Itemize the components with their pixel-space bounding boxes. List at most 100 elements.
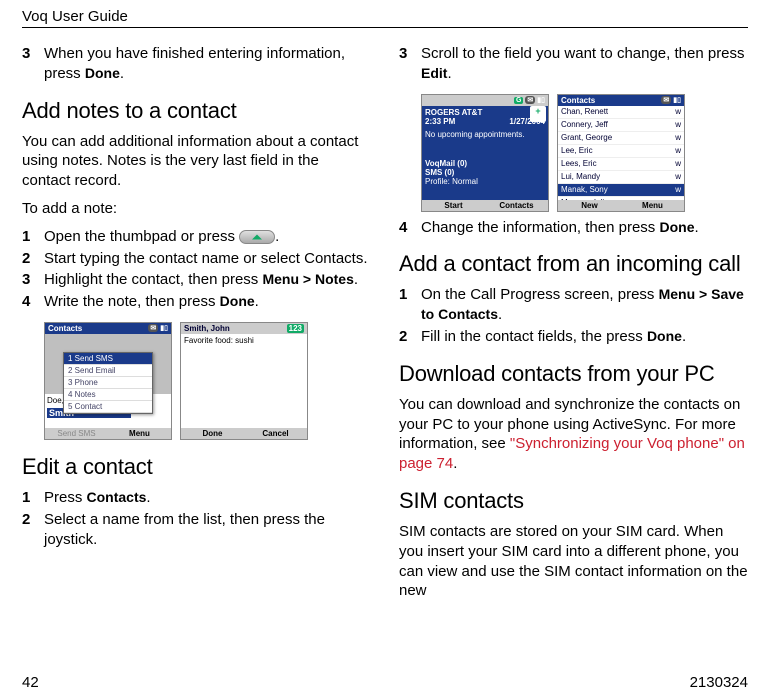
text-run: . bbox=[694, 219, 698, 236]
title-text: Contacts bbox=[561, 96, 595, 105]
softkeys: Done Cancel bbox=[181, 428, 307, 439]
phone-body: Doe, John Smith 1 Send SMS 2 Send Email … bbox=[45, 334, 171, 428]
step-number: 2 bbox=[399, 327, 421, 347]
page-footer: 42 2130324 bbox=[22, 674, 748, 691]
list-item: 2 Fill in the contact fields, the press … bbox=[399, 327, 748, 347]
contact-row: Connery, Jeff w bbox=[558, 119, 684, 132]
softkey-right: Menu bbox=[108, 428, 171, 439]
text-run: Fill in the contact fields, the press bbox=[421, 328, 647, 345]
paragraph-download: You can download and synchronize the con… bbox=[399, 395, 748, 474]
heading-edit-contact: Edit a contact bbox=[22, 454, 371, 480]
text-run: . bbox=[275, 228, 279, 245]
context-menu: 1 Send SMS 2 Send Email 3 Phone 4 Notes … bbox=[63, 352, 153, 414]
bold-run: Done bbox=[220, 293, 255, 309]
header-left: Voq User Guide bbox=[22, 8, 128, 25]
text-run: . bbox=[255, 293, 259, 310]
status-icons: G✉▮▯ bbox=[514, 96, 545, 104]
status-icons: ✉▮▯ bbox=[148, 324, 168, 332]
signal-icon: ▮▯ bbox=[537, 96, 545, 104]
step-text: Highlight the contact, then press Menu >… bbox=[44, 270, 371, 290]
step-number: 4 bbox=[22, 292, 44, 312]
status-pill: ✉ bbox=[148, 324, 158, 332]
step-text: Start typing the contact name or select … bbox=[44, 249, 371, 269]
contact-name: Manak, Sony bbox=[561, 184, 608, 196]
menu-item: 4 Notes bbox=[64, 389, 152, 401]
text-run: . bbox=[453, 455, 457, 472]
softkey-right: Menu bbox=[621, 200, 684, 211]
menu-item: 3 Phone bbox=[64, 377, 152, 389]
phone-statusbar: G✉▮▯ bbox=[422, 95, 548, 106]
text-run: . bbox=[447, 65, 451, 82]
step-text: Open the thumbpad or press . bbox=[44, 227, 371, 247]
status-badge: G bbox=[514, 97, 523, 104]
status-pill: ✉ bbox=[661, 96, 671, 104]
step-number: 3 bbox=[22, 44, 44, 64]
contact-tag: w bbox=[675, 132, 681, 144]
step-number: 3 bbox=[399, 44, 421, 64]
bold-run: Done bbox=[85, 65, 120, 81]
text-run: . bbox=[354, 271, 358, 288]
signal-icon: ▮▯ bbox=[673, 96, 681, 104]
step-number: 1 bbox=[22, 227, 44, 247]
phone-screenshot-edit-note: Smith, John 123 Favorite food: sushi Don… bbox=[180, 322, 308, 440]
contact-row: Lees, Ericw bbox=[558, 158, 684, 171]
steps-change-done: 4 Change the information, then press Don… bbox=[399, 218, 748, 238]
text-run: . bbox=[682, 328, 686, 345]
bold-run: Menu > Notes bbox=[262, 271, 353, 287]
text-run: On the Call Progress screen, press bbox=[421, 286, 659, 303]
phone-body: Favorite food: sushi bbox=[181, 334, 307, 428]
contact-name: Grant, George bbox=[561, 132, 612, 144]
contact-tag: w bbox=[675, 197, 681, 200]
phone-screenshot-home: G✉▮▯ + ROGERS AT&T 2:33 PM1/27/2004 No u… bbox=[421, 94, 549, 212]
text-run: Highlight the contact, then press bbox=[44, 271, 262, 288]
phone-titlebar: Contacts ✉▮▯ bbox=[45, 323, 171, 334]
status-icons: ✉▮▯ bbox=[661, 96, 681, 104]
bold-run: Contacts bbox=[87, 489, 147, 505]
contact-tag: w bbox=[675, 171, 681, 183]
note-text: Favorite food: sushi bbox=[181, 334, 307, 347]
softkey-right: Contacts bbox=[485, 200, 548, 211]
plus-icon: + bbox=[530, 106, 546, 122]
step-text: On the Call Progress screen, press Menu … bbox=[421, 285, 748, 325]
page-header: Voq User Guide bbox=[22, 8, 748, 28]
list-item: 3 Highlight the contact, then press Menu… bbox=[22, 270, 371, 290]
list-item: 3 When you have finished entering inform… bbox=[22, 44, 371, 84]
contact-tag: w bbox=[675, 119, 681, 131]
menu-item: 5 Contact bbox=[64, 401, 152, 413]
contact-name: Chan, Renett bbox=[561, 106, 608, 118]
contact-name: Lui, Mandy bbox=[561, 171, 600, 183]
contact-row: Lee, Ericw bbox=[558, 145, 684, 158]
heading-download: Download contacts from your PC bbox=[399, 361, 748, 387]
step-number: 4 bbox=[399, 218, 421, 238]
phone-titlebar: Contacts ✉▮▯ bbox=[558, 95, 684, 106]
input-mode: 123 bbox=[287, 324, 304, 333]
step-number: 3 bbox=[22, 270, 44, 290]
contact-name: Mocanu, Iulian bbox=[561, 197, 613, 200]
page-number: 42 bbox=[22, 674, 39, 691]
contact-row: Grant, George w bbox=[558, 132, 684, 145]
profile-text: Profile: Normal bbox=[425, 177, 545, 186]
contact-row: Lui, Mandy w bbox=[558, 171, 684, 184]
list-item: 1 Press Contacts. bbox=[22, 488, 371, 508]
carrier-text: ROGERS AT&T bbox=[425, 108, 545, 117]
menu-item: 1 Send SMS bbox=[64, 353, 152, 365]
step-text: Fill in the contact fields, the press Do… bbox=[421, 327, 748, 347]
doc-number: 2130324 bbox=[690, 674, 748, 691]
left-column: 3 When you have finished entering inform… bbox=[22, 38, 371, 609]
time-text: 2:33 PM bbox=[425, 117, 455, 126]
heading-sim: SIM contacts bbox=[399, 488, 748, 514]
steps-edit-contact: 1 Press Contacts. 2 Select a name from t… bbox=[22, 488, 371, 549]
step-number: 1 bbox=[22, 488, 44, 508]
voqmail-text: VoqMail (0) bbox=[425, 159, 545, 168]
step-number: 2 bbox=[22, 510, 44, 530]
step-text: Press Contacts. bbox=[44, 488, 371, 508]
softkey-right: Cancel bbox=[244, 428, 307, 439]
contact-name: Connery, Jeff bbox=[561, 119, 608, 131]
right-column: 3 Scroll to the field you want to change… bbox=[399, 38, 748, 609]
list-item: 1 On the Call Progress screen, press Men… bbox=[399, 285, 748, 325]
bold-run: Done bbox=[659, 219, 694, 235]
sms-text: SMS (0) bbox=[425, 168, 545, 177]
contact-tag: w bbox=[675, 106, 681, 118]
bold-run: Done bbox=[647, 328, 682, 344]
softkey-left: Start bbox=[422, 200, 485, 211]
